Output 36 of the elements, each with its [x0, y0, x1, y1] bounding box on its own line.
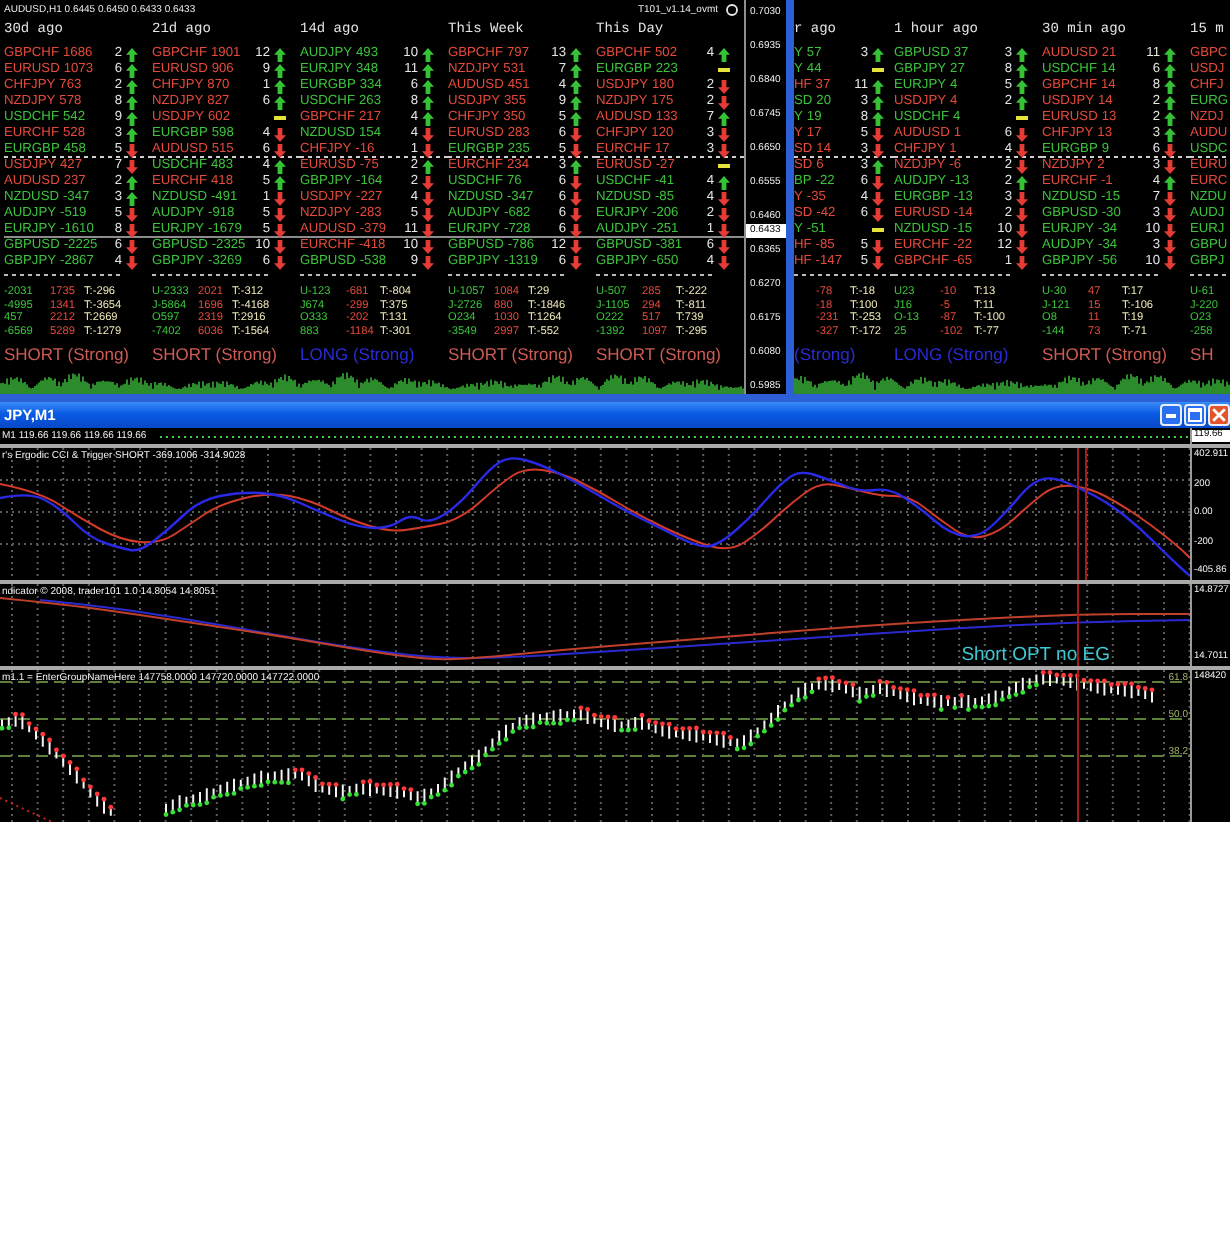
up-arrow-icon: [718, 111, 730, 125]
signal-label: SHORT (Strong): [596, 344, 722, 364]
dash-icon: [718, 164, 730, 168]
signal-label: SHORT (Strong): [1042, 344, 1168, 364]
up-arrow-icon: [872, 47, 884, 61]
dash-icon: [872, 68, 884, 72]
close-button[interactable]: [1208, 404, 1230, 426]
maximize-icon: [1188, 408, 1202, 422]
vertical-marker-line: [1077, 448, 1079, 580]
signal-label: SHORT (Strong): [448, 344, 574, 364]
up-arrow-icon: [1016, 175, 1028, 189]
signal-note: Short OPT no EG: [961, 646, 1110, 666]
signal-label: (Strong): [794, 344, 856, 364]
vertical-marker-line: [1085, 448, 1087, 580]
signal-label: SHORT (Strong): [4, 344, 130, 364]
minimize-button[interactable]: [1160, 404, 1182, 426]
up-arrow-icon: [872, 159, 884, 173]
up-arrow-icon: [422, 159, 434, 173]
signal-label: SHORT (Strong): [152, 344, 278, 364]
up-arrow-icon: [1164, 175, 1176, 189]
up-arrow-icon: [570, 159, 582, 173]
dash-icon: [274, 116, 286, 120]
maximize-button[interactable]: [1184, 404, 1206, 426]
vertical-marker-line: [1077, 584, 1079, 666]
ring-icon: [726, 4, 738, 16]
dotted-trend-line: [0, 797, 53, 822]
dash-icon: [718, 68, 730, 72]
close-icon: [1212, 408, 1226, 422]
signal-label: LONG (Strong): [300, 344, 415, 364]
up-arrow-icon: [718, 175, 730, 189]
up-arrow-icon: [718, 47, 730, 61]
signal-label: LONG (Strong): [894, 344, 1009, 364]
dash-icon: [872, 228, 884, 232]
minimize-icon: [1166, 413, 1176, 417]
dash-icon: [1016, 116, 1028, 120]
signal-label: SH: [1190, 344, 1214, 364]
